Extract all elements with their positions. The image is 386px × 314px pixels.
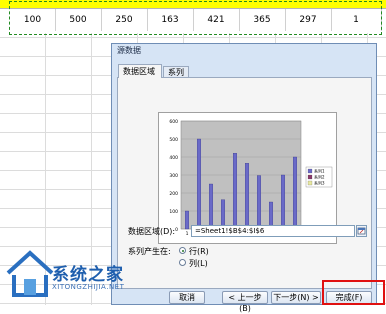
radio-column-label[interactable]: 列(L) (189, 258, 208, 269)
range-picker-button[interactable] (356, 225, 367, 237)
cell-7[interactable]: 297 (285, 9, 332, 31)
y-tick-label: 300 (169, 173, 178, 179)
finish-button[interactable]: 完成(F) (326, 291, 372, 304)
legend-swatch (307, 168, 313, 174)
tab-panel: 600500400300200100012345678910系列1系列2系列3 … (117, 77, 372, 289)
bar (257, 175, 261, 230)
y-tick-label: 100 (169, 209, 178, 215)
bar (197, 138, 201, 230)
legend-swatch (307, 180, 313, 186)
back-button[interactable]: < 上一步(B) (222, 291, 268, 313)
range-input[interactable]: =Sheet1!$B$4:$I$6 (191, 225, 355, 237)
watermark-subtitle: XITONGZHIJIA.NET (52, 283, 125, 291)
cell-4[interactable]: 163 (147, 9, 194, 31)
source-data-dialog: 源数据 数据区域 系列 6005004003002001000123456789… (111, 43, 377, 313)
bar (245, 163, 249, 230)
bar (209, 183, 213, 230)
tab-data-range[interactable]: 数据区域 (118, 64, 162, 78)
cell-3[interactable]: 250 (101, 9, 148, 31)
radio-column[interactable] (179, 259, 186, 266)
y-tick-label: 500 (169, 137, 178, 143)
cell-2[interactable]: 500 (55, 9, 102, 31)
legend-label: 系列2 (314, 174, 325, 180)
house-logo-icon (6, 250, 54, 297)
x-tick-label: 1 (186, 231, 189, 237)
legend-swatch (307, 174, 313, 180)
radio-row-label[interactable]: 行(R) (189, 246, 209, 257)
range-label: 数据区域(D): (128, 227, 176, 236)
cell-1[interactable]: 100 (10, 9, 56, 31)
radio-row[interactable] (179, 247, 186, 254)
y-tick-label: 0 (175, 227, 178, 233)
y-tick-label: 600 (169, 119, 178, 125)
bar (293, 156, 297, 230)
dialog-title: 源数据 (117, 46, 141, 55)
cell-6[interactable]: 365 (239, 9, 286, 31)
cell-5[interactable]: 421 (193, 9, 240, 31)
bar (185, 210, 189, 230)
bar (233, 153, 237, 230)
y-tick-label: 400 (169, 155, 178, 161)
cancel-button[interactable]: 取消 (169, 291, 205, 304)
y-tick-label: 200 (169, 191, 178, 197)
data-row: 100 500 250 163 421 365 297 1 (0, 9, 386, 33)
collapse-dialog-icon (357, 227, 366, 235)
bar (281, 174, 285, 230)
next-button[interactable]: 下一步(N) > (271, 291, 321, 304)
legend-label: 系列1 (314, 168, 325, 174)
chart-svg: 600500400300200100012345678910系列1系列2系列3 (169, 119, 333, 237)
highlighted-row (0, 0, 386, 9)
watermark-title: 系统之家 (52, 265, 124, 285)
cell-8[interactable]: 1 (331, 9, 382, 31)
legend-label: 系列3 (314, 180, 325, 186)
series-in-label: 系列产生在: (128, 247, 171, 256)
